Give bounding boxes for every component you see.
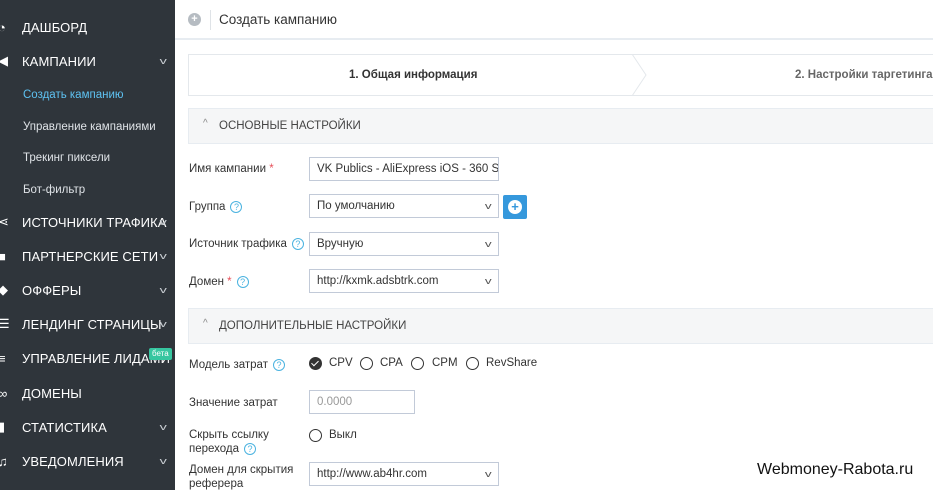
chevron-up-icon: ^	[203, 118, 208, 129]
step-targeting-settings[interactable]: 2. Настройки таргетинга	[795, 69, 933, 81]
chevron-down-icon: v	[160, 319, 168, 329]
chevron-up-icon: ^	[203, 318, 208, 329]
sidebar-subitem-tracking-pixels[interactable]: Трекинг пиксели	[23, 148, 110, 168]
domain-select[interactable]: http://kxmk.adsbtrk.com v	[309, 269, 499, 293]
chevron-down-icon: v	[484, 239, 492, 249]
campaign-name-input[interactable]: VK Publics - AliExpress iOS - 360 Secu	[309, 157, 499, 181]
hide-link-label: Скрыть ссылку перехода?	[189, 429, 269, 455]
cost-value-label: Значение затрат	[189, 397, 278, 409]
page-header: + Создать кампанию	[175, 0, 933, 40]
sidebar-item-campaigns[interactable]: ◀ КАМПАНИИ v	[0, 44, 175, 78]
chevron-down-icon: v	[160, 285, 168, 295]
step-arrow-icon	[632, 54, 647, 96]
section-advanced-settings[interactable]: ^ ДОПОЛНИТЕЛЬНЫЕ НАСТРОЙКИ	[188, 308, 933, 344]
plus-circle-icon: +	[188, 13, 201, 26]
radio-revshare[interactable]	[466, 357, 479, 370]
link-icon: ∞	[0, 385, 8, 401]
hide-link-toggle[interactable]	[309, 429, 322, 442]
domain-label: Домен *?	[189, 275, 249, 289]
watermark: Webmoney-Rabota.ru	[757, 461, 914, 478]
radio-cpa[interactable]	[360, 357, 373, 370]
section-basic-settings[interactable]: ^ ОСНОВНЫЕ НАСТРОЙКИ	[188, 108, 933, 144]
sidebar-item-traffic-sources[interactable]: ⋖ ИСТОЧНИКИ ТРАФИКА v	[0, 205, 175, 239]
tag-icon: ◆	[0, 282, 9, 297]
add-group-button[interactable]: +	[503, 195, 527, 219]
referer-domain-label: Домен для скрытия реферера	[189, 464, 294, 490]
list-icon: ☰	[0, 316, 10, 331]
database-icon: ≡	[0, 350, 6, 366]
wizard-steps: 1. Общая информация 2. Настройки таргети…	[188, 54, 933, 96]
share-icon: ⋖	[0, 214, 9, 229]
help-icon: ?	[236, 275, 249, 288]
step-general-info[interactable]: 1. Общая информация	[349, 69, 477, 81]
briefcase-icon: ■	[0, 248, 6, 264]
bell-icon: ♫	[0, 453, 8, 469]
sidebar-subitem-bot-filter[interactable]: Бот-фильтр	[23, 180, 85, 200]
sidebar-item-offers[interactable]: ◆ ОФФЕРЫ v	[0, 273, 175, 307]
cost-model-label: Модель затрат?	[189, 358, 285, 372]
chevron-down-icon: v	[484, 201, 492, 211]
group-label: Группа?	[189, 200, 243, 214]
megaphone-icon: ◀	[0, 53, 9, 68]
radio-cpm-label: CPM	[432, 357, 458, 369]
sidebar-item-statistics[interactable]: ▮ СТАТИСТИКА v	[0, 410, 175, 444]
campaign-name-label: Имя кампании *	[189, 163, 274, 175]
beta-badge: бета	[149, 348, 172, 360]
chevron-down-icon: v	[160, 422, 168, 432]
sidebar-item-notifications[interactable]: ♫ УВЕДОМЛЕНИЯ v	[0, 444, 175, 478]
chevron-down-icon: v	[160, 456, 168, 466]
sidebar-item-partner-networks[interactable]: ■ ПАРТНЕРСКИЕ СЕТИ v	[0, 239, 175, 273]
traffic-source-select[interactable]: Вручную v	[309, 232, 499, 256]
sidebar-subitem-manage-campaigns[interactable]: Управление кампаниями	[23, 117, 156, 137]
help-icon: ?	[244, 442, 257, 455]
sidebar-item-dashboard[interactable]: ◔ ДАШБОРД	[0, 10, 175, 44]
dashboard-icon: ◔	[0, 19, 6, 35]
chevron-down-icon: v	[160, 217, 168, 227]
radio-cpm[interactable]	[411, 357, 424, 370]
help-icon: ?	[272, 358, 285, 371]
plus-icon: +	[508, 200, 522, 214]
traffic-source-label: Источник трафика?	[189, 237, 304, 251]
radio-cpv[interactable]	[309, 357, 322, 370]
chevron-down-icon: v	[484, 469, 492, 479]
chevron-down-icon: v	[160, 56, 168, 66]
radio-revshare-label: RevShare	[486, 357, 538, 369]
sidebar: ◔ ДАШБОРД ◀ КАМПАНИИ v Создать кампанию …	[0, 0, 175, 490]
bar-chart-icon: ▮	[0, 419, 6, 434]
radio-cpv-label: CPV	[329, 357, 353, 369]
chevron-down-icon: v	[160, 251, 168, 261]
sidebar-item-landing-pages[interactable]: ☰ ЛЕНДИНГ СТРАНИЦЫ v	[0, 307, 175, 341]
cost-value-input[interactable]: 0.0000	[309, 390, 415, 414]
sidebar-subitem-create-campaign[interactable]: Создать кампанию	[23, 85, 124, 105]
group-select[interactable]: По умолчанию v	[309, 194, 499, 218]
radio-cpa-label: CPA	[380, 357, 403, 369]
sidebar-item-domains[interactable]: ∞ ДОМЕНЫ	[0, 376, 175, 410]
help-icon: ?	[291, 237, 304, 250]
page-title: Создать кампанию	[219, 12, 337, 27]
chevron-down-icon: v	[484, 276, 492, 286]
help-icon: ?	[230, 200, 243, 213]
header-divider	[210, 10, 211, 30]
hide-link-value: Выкл	[329, 429, 357, 441]
referer-domain-select[interactable]: http://www.ab4hr.com v	[309, 462, 499, 486]
